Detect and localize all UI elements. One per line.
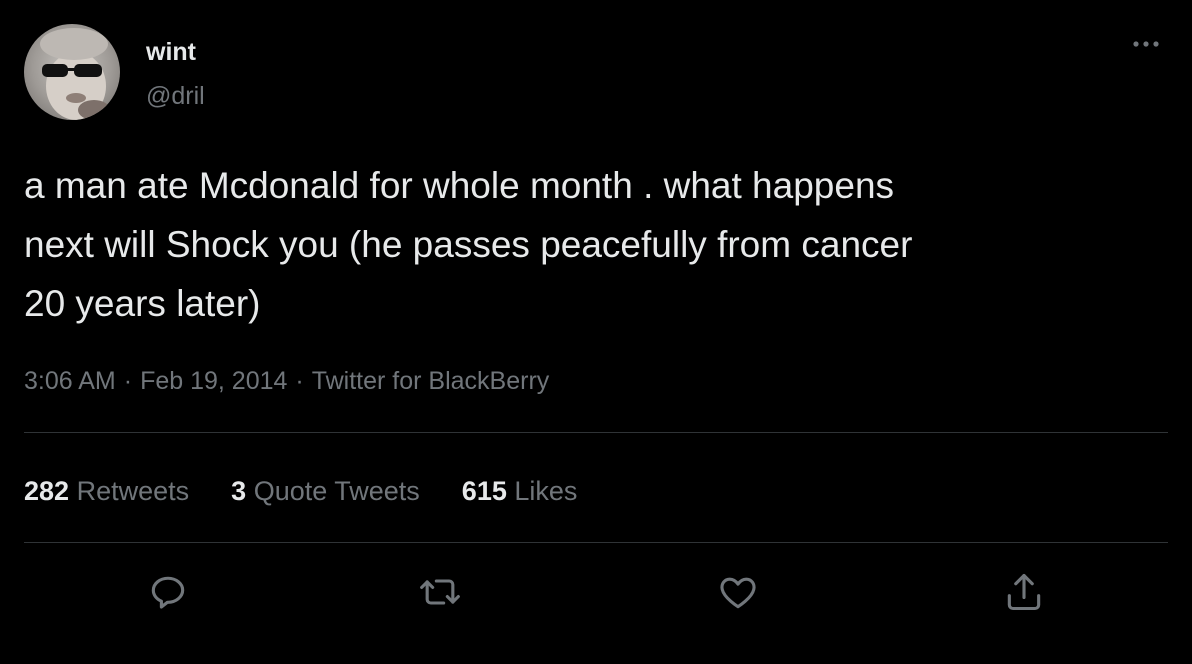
avatar[interactable]: [24, 24, 120, 120]
meta-separator: ·: [295, 367, 304, 395]
display-name[interactable]: wint: [146, 36, 196, 68]
meta-separator: ·: [123, 367, 133, 395]
likes-count: 615: [461, 476, 507, 506]
quote-tweets-count: 3: [231, 476, 247, 506]
tweet-container: wint @dril a man ate Mcdonald for whole …: [0, 0, 1192, 664]
retweets-label: Retweets: [76, 476, 190, 506]
likes-stat[interactable]: 615 Likes: [462, 473, 578, 509]
reply-button[interactable]: [146, 570, 190, 614]
more-icon[interactable]: [1128, 34, 1164, 54]
quote-tweets-label: Quote Tweets: [253, 476, 420, 506]
retweets-count: 282: [24, 476, 70, 506]
heart-icon: [720, 577, 756, 609]
share-button[interactable]: [1002, 570, 1046, 614]
handle[interactable]: @dril: [146, 80, 205, 112]
tweet-time[interactable]: 3:06 AM: [24, 367, 116, 395]
tweet-date[interactable]: Feb 19, 2014: [140, 367, 287, 395]
reply-icon: [151, 576, 185, 609]
share-icon: [1007, 573, 1041, 611]
likes-label: Likes: [514, 476, 578, 506]
retweets-stat[interactable]: 282 Retweets: [24, 473, 189, 509]
tweet-stats: 282 Retweets 3 Quote Tweets 615 Likes: [24, 473, 619, 509]
tweet-meta: 3:06 AM · Feb 19, 2014 · Twitter for BlackBe…: [24, 364, 549, 398]
avatar-photo: [40, 28, 110, 120]
retweet-button[interactable]: [418, 570, 462, 614]
divider: [24, 542, 1168, 543]
like-button[interactable]: [716, 570, 760, 614]
divider: [24, 432, 1168, 433]
retweet-icon: [420, 579, 460, 605]
tweet-text: a man ate Mcdonald for whole month . wha…: [24, 165, 913, 324]
quote-tweets-stat[interactable]: 3 Quote Tweets: [231, 473, 420, 509]
tweet-source[interactable]: Twitter for BlackBerry: [312, 367, 550, 395]
